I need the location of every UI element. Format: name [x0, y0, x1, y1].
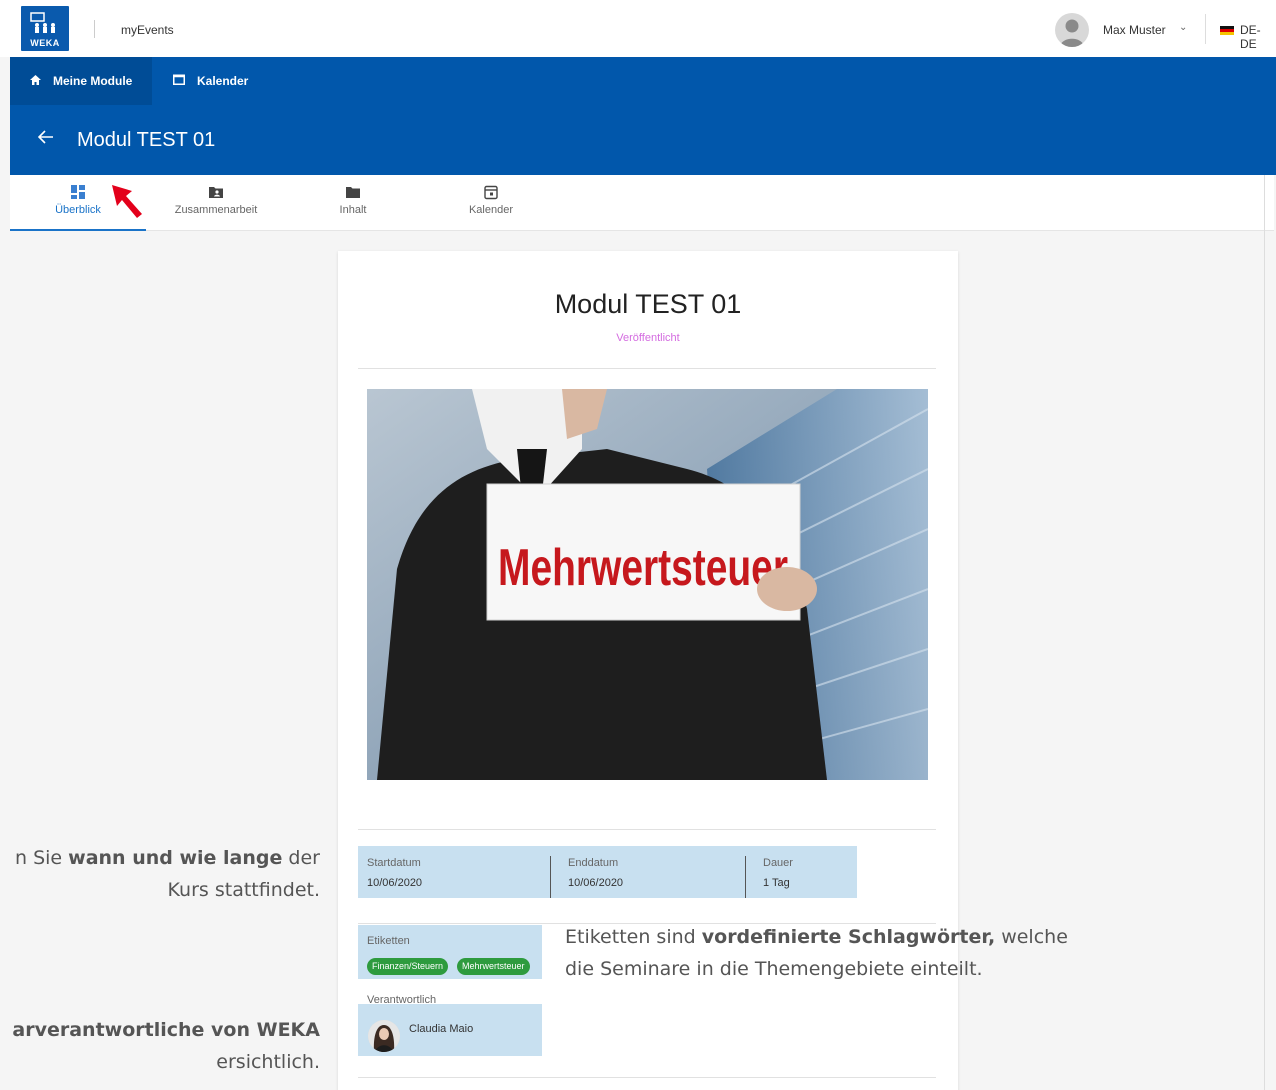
divider	[550, 856, 551, 898]
tab-label: Zusammenarbeit	[174, 204, 258, 216]
top-bar: WEKA myEvents Max Muster ⌄ DE-DE	[0, 0, 1276, 57]
module-title: Modul TEST 01	[554, 289, 742, 319]
germany-flag-icon	[1220, 26, 1234, 35]
module-header: Modul TEST 01	[10, 105, 1276, 175]
annotation-text: ersichtlich.	[216, 1051, 320, 1073]
start-date: Startdatum 10/06/2020	[367, 846, 557, 898]
weka-logo[interactable]: WEKA	[21, 6, 69, 51]
annotation-text: Etiketten sind	[565, 926, 702, 948]
divider	[1264, 175, 1265, 1090]
tags-label: Etiketten	[367, 935, 410, 947]
module-hero-image: Mehrwertsteuer	[367, 389, 928, 780]
annotation-text: die Seminare in die Themengebiete eintei…	[565, 958, 983, 980]
nav-label: Kalender	[197, 74, 249, 88]
annotation-text: der	[282, 847, 320, 869]
date-info-box: Startdatum 10/06/2020 Enddatum 10/06/202…	[358, 846, 857, 898]
responsible-avatar	[368, 1020, 400, 1052]
nav-label: Meine Module	[53, 74, 133, 88]
responsible-box: Claudia Maio	[358, 1004, 542, 1056]
calendar-icon	[173, 74, 185, 88]
duration-label: Dauer	[763, 857, 793, 869]
tab-inhalt[interactable]: Inhalt	[285, 175, 421, 231]
annotation-bold: vordefinierte Schlagwörter,	[701, 926, 996, 948]
annotation-bold: arverantwortliche von WEKA	[12, 1019, 320, 1041]
tab-zusammenarbeit[interactable]: Zusammenarbeit	[148, 175, 284, 231]
annotation-responsible: arverantwortliche von WEKA ersichtlich.	[0, 1014, 320, 1078]
divider	[358, 1077, 936, 1078]
duration-value: 1 Tag	[763, 877, 790, 889]
annotation-tags: Etiketten sind vordefinierte Schlagwörte…	[565, 921, 1165, 985]
logo-text: WEKA	[30, 38, 60, 48]
calendar-icon	[484, 185, 498, 200]
end-date-label: Enddatum	[568, 857, 619, 869]
responsible-name: Claudia Maio	[409, 1023, 474, 1035]
responsible-label: Verantwortlich	[367, 994, 437, 1006]
nav-item-kalender[interactable]: Kalender	[173, 57, 283, 105]
start-date-label: Startdatum	[367, 857, 421, 869]
duration: Dauer 1 Tag	[763, 846, 853, 898]
weka-logo-icon	[30, 12, 55, 33]
home-icon	[30, 74, 41, 88]
folder-shared-icon	[209, 187, 223, 198]
end-date: Enddatum 10/06/2020	[568, 846, 748, 898]
annotation-text: Kurs stattfindet.	[167, 879, 320, 901]
annotation-text: welche	[995, 926, 1068, 948]
tab-label: Überblick	[55, 204, 101, 216]
divider	[358, 368, 936, 369]
annotation-bold: wann und wie lange	[68, 847, 283, 869]
divider	[358, 829, 936, 830]
start-date-value: 10/06/2020	[367, 877, 423, 889]
chevron-down-icon[interactable]: ⌄	[1179, 22, 1187, 33]
divider	[94, 20, 95, 38]
divider	[745, 856, 746, 898]
language-selector[interactable]: DE-DE	[1240, 23, 1276, 51]
arrow-back-icon[interactable]	[37, 127, 54, 150]
nav-item-meine-module[interactable]: Meine Module	[10, 57, 152, 105]
tab-label: Inhalt	[339, 204, 367, 216]
user-avatar-icon[interactable]	[1055, 13, 1089, 47]
tab-bar: Überblick Zusammenarbeit Inhalt Kalender	[10, 175, 1274, 231]
red-pointer-arrow-icon	[112, 185, 142, 218]
app-name: myEvents	[121, 23, 174, 37]
annotation-text: n Sie	[15, 847, 69, 869]
tab-kalender[interactable]: Kalender	[423, 175, 559, 231]
folder-icon	[346, 187, 360, 198]
tags-box: Etiketten Finanzen/Steuern Mehrwertsteue…	[358, 925, 542, 979]
tab-label: Kalender	[468, 204, 514, 216]
main-nav: Meine Module Kalender	[10, 57, 1276, 105]
tag-chip[interactable]: Finanzen/Steuern	[367, 958, 449, 975]
dashboard-icon	[71, 185, 85, 199]
status-badge: Veröffentlicht	[616, 332, 680, 344]
divider	[1205, 14, 1206, 44]
user-name[interactable]: Max Muster	[1103, 23, 1166, 37]
tag-chip[interactable]: Mehrwertsteuer	[457, 958, 530, 975]
end-date-value: 10/06/2020	[568, 877, 624, 889]
hero-sign-text: Mehrwertsteuer	[498, 539, 788, 597]
page-title: Modul TEST 01	[77, 129, 216, 151]
annotation-when: n Sie wann und wie lange der Kurs stattf…	[0, 842, 320, 906]
